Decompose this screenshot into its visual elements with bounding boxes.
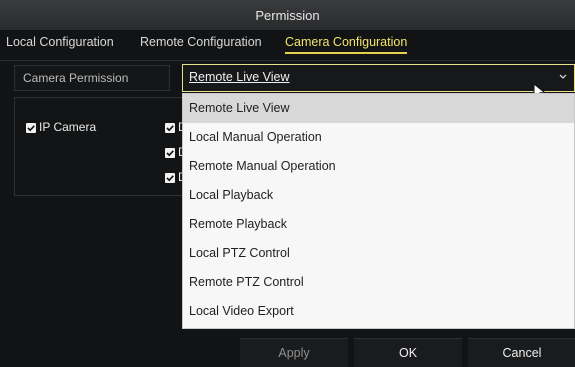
cancel-button-label: Cancel xyxy=(502,346,542,360)
dialog-title: Permission xyxy=(255,7,320,23)
dropdown-option-label: Local Video Export xyxy=(189,304,294,318)
tab-remote-configuration[interactable]: Remote Configuration xyxy=(140,35,262,49)
tab-bar: Local Configuration Remote Configuration… xyxy=(0,32,575,56)
ok-button-label: OK xyxy=(398,346,418,360)
checkbox-checked-icon[interactable] xyxy=(26,123,36,133)
dropdown-option-label: Local Playback xyxy=(189,188,274,202)
dropdown-option-label: Remote Live View xyxy=(189,101,290,115)
dropdown-option-local-ptz-control[interactable]: Local PTZ Control xyxy=(183,239,574,268)
tab-label: Camera Configuration xyxy=(285,35,408,49)
dropdown-option-remote-playback[interactable]: Remote Playback xyxy=(183,210,574,239)
tab-label: Local Configuration xyxy=(6,35,114,49)
tab-local-configuration[interactable]: Local Configuration xyxy=(6,35,114,49)
select-current-value: Remote Live View xyxy=(189,70,290,84)
ok-button[interactable]: OK xyxy=(354,338,462,367)
dropdown-option-remote-live-view[interactable]: Remote Live View xyxy=(183,94,574,123)
apply-button-label: Apply xyxy=(278,346,310,360)
dropdown-option-remote-ptz-control[interactable]: Remote PTZ Control xyxy=(183,268,574,297)
tab-divider xyxy=(0,60,575,61)
dropdown-option-label: Local PTZ Control xyxy=(189,246,290,260)
camera-permission-label: Camera Permission xyxy=(14,65,170,91)
dropdown-option-local-video-export[interactable]: Local Video Export xyxy=(183,297,574,326)
cancel-button[interactable]: Cancel xyxy=(468,338,575,367)
camera-permission-panel: IP Camera D D D xyxy=(14,97,194,196)
dropdown-option-label: Local Manual Operation xyxy=(189,130,322,144)
camera-permission-dropdown: Remote Live View Local Manual Operation … xyxy=(182,93,575,329)
ip-camera-label: IP Camera xyxy=(39,120,97,134)
dropdown-option-label: Remote Manual Operation xyxy=(189,159,336,173)
camera-permission-select[interactable]: Remote Live View xyxy=(182,64,575,92)
dialog-titlebar: Permission xyxy=(0,0,575,30)
tab-label: Remote Configuration xyxy=(140,35,262,49)
dropdown-option-remote-manual-operation[interactable]: Remote Manual Operation xyxy=(183,152,574,181)
dropdown-option-label: Remote PTZ Control xyxy=(189,275,304,289)
apply-button[interactable]: Apply xyxy=(240,338,348,367)
permission-dialog: Permission Local Configuration Remote Co… xyxy=(0,0,575,367)
checkbox-checked-icon[interactable] xyxy=(165,123,175,133)
chevron-down-icon[interactable] xyxy=(558,71,568,81)
dropdown-option-local-manual-operation[interactable]: Local Manual Operation xyxy=(183,123,574,152)
checkbox-checked-icon[interactable] xyxy=(165,148,175,158)
dropdown-option-local-playback[interactable]: Local Playback xyxy=(183,181,574,210)
dialog-footer: Apply OK Cancel xyxy=(0,330,575,367)
camera-permission-text: Camera Permission xyxy=(23,71,129,85)
checkbox-checked-icon[interactable] xyxy=(165,173,175,183)
tab-camera-configuration[interactable]: Camera Configuration xyxy=(285,35,408,54)
dropdown-option-label: Remote Playback xyxy=(189,217,287,231)
active-tab-underline xyxy=(285,52,408,54)
